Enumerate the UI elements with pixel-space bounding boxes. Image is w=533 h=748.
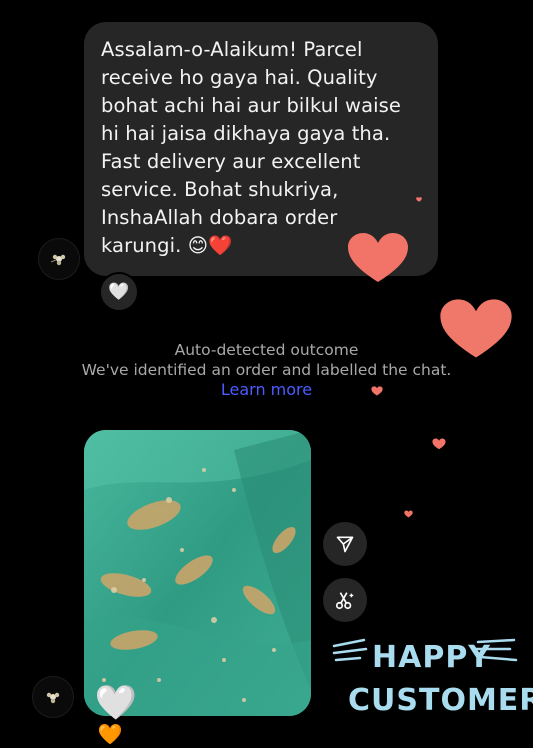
learn-more-link[interactable]: Learn more [0,380,533,400]
photo-reaction-secondary[interactable]: 🧡 [96,720,124,748]
white-heart-icon: 🤍 [108,282,130,302]
message-emoji: 😊❤️ [187,234,233,257]
flower-logo-icon [50,254,66,266]
small-heart-icon [432,438,446,450]
message-reaction[interactable]: 🤍 [99,272,139,312]
sender-avatar[interactable] [32,676,74,718]
outcome-description: We've identified an order and labelled t… [81,361,452,379]
sender-avatar[interactable] [38,238,80,280]
cut-sparkle-icon [335,592,354,610]
white-heart-icon: 🤍 [94,683,138,723]
fabric-photo [84,430,311,716]
send-icon [336,536,354,553]
auto-detected-outcome: Auto-detected outcome We've identified a… [0,340,533,400]
cutout-button[interactable] [323,578,367,622]
photo-message[interactable] [84,430,311,716]
small-heart-icon [404,510,413,518]
customer-text: CUSTOMER [348,683,533,718]
share-button[interactable] [323,522,367,566]
photo-reaction[interactable]: 🤍 [95,682,137,724]
outcome-title: Auto-detected outcome [174,341,359,359]
heart-sticker-icon [348,233,408,282]
orange-heart-icon: 🧡 [97,722,123,746]
sparkle-lines-icon [332,638,368,662]
small-heart-icon [416,197,422,202]
flower-logo-icon [46,692,60,704]
message-text: Assalam-o-Alaikum! Parcel receive ho gay… [101,38,402,257]
sparkle-lines-icon [474,638,518,662]
